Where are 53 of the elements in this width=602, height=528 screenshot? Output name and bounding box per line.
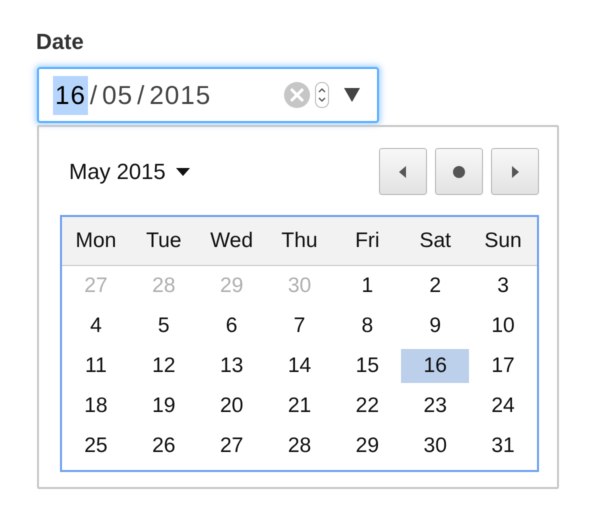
- day-cell[interactable]: 24: [469, 389, 537, 423]
- day-cell[interactable]: 25: [62, 429, 130, 463]
- date-segment[interactable]: 05: [100, 76, 136, 114]
- day-cell[interactable]: 2: [401, 269, 470, 303]
- day-cell[interactable]: 27: [198, 429, 266, 463]
- weekday-header: Tue: [146, 228, 182, 254]
- day-cell[interactable]: 15: [333, 349, 402, 383]
- day-cell[interactable]: 9: [401, 309, 470, 343]
- date-segment[interactable]: 2015: [147, 76, 214, 114]
- day-cell[interactable]: 23: [401, 389, 470, 423]
- weekday-header: Thu: [281, 228, 318, 254]
- day-cell[interactable]: 26: [130, 429, 198, 463]
- day-cell[interactable]: 13: [198, 349, 266, 383]
- day-cell[interactable]: 17: [469, 349, 537, 383]
- dropdown-caret-icon[interactable]: [343, 87, 361, 103]
- day-cell[interactable]: 19: [130, 389, 198, 423]
- weekday-header: Wed: [210, 228, 254, 254]
- weekday-header: Sat: [419, 228, 451, 254]
- day-cell[interactable]: 12: [130, 349, 198, 383]
- day-cell[interactable]: 30: [401, 429, 470, 463]
- month-selector[interactable]: May 2015: [60, 155, 190, 188]
- day-cell[interactable]: 1: [333, 269, 402, 303]
- date-field[interactable]: 16/05/2015: [37, 67, 379, 123]
- right-triangle-icon: [509, 164, 521, 178]
- day-cell[interactable]: 21: [266, 389, 334, 423]
- day-cell[interactable]: 31: [469, 429, 537, 463]
- left-triangle-icon: [397, 164, 409, 178]
- dot-icon: [453, 164, 465, 178]
- day-cell[interactable]: 5: [130, 309, 198, 343]
- day-cell[interactable]: 16: [401, 349, 470, 383]
- day-cell[interactable]: 14: [266, 349, 334, 383]
- day-cell[interactable]: 28: [266, 429, 334, 463]
- day-cell[interactable]: 8: [333, 309, 402, 343]
- stepper-icon[interactable]: [315, 82, 329, 108]
- day-cell[interactable]: 3: [469, 269, 537, 303]
- date-segment[interactable]: 16: [53, 76, 88, 114]
- date-segment[interactable]: /: [88, 76, 100, 114]
- weekday-header: Mon: [75, 228, 116, 254]
- day-cell[interactable]: 7: [266, 309, 334, 343]
- day-cell[interactable]: 4: [62, 309, 130, 343]
- field-label: Date: [36, 29, 84, 55]
- today-button[interactable]: [435, 148, 483, 195]
- caret-icon: [176, 168, 190, 176]
- day-cell[interactable]: 6: [198, 309, 266, 343]
- day-cell[interactable]: 20: [198, 389, 266, 423]
- date-segment[interactable]: /: [135, 76, 148, 114]
- day-cell[interactable]: 22: [333, 389, 402, 423]
- day-cell[interactable]: 29: [333, 429, 402, 463]
- weekday-header: Fri: [355, 228, 380, 254]
- weekday-header: Sun: [484, 228, 522, 254]
- day-cell[interactable]: 18: [62, 389, 130, 423]
- day-cell[interactable]: 11: [62, 349, 130, 383]
- day-cell[interactable]: 10: [469, 309, 537, 343]
